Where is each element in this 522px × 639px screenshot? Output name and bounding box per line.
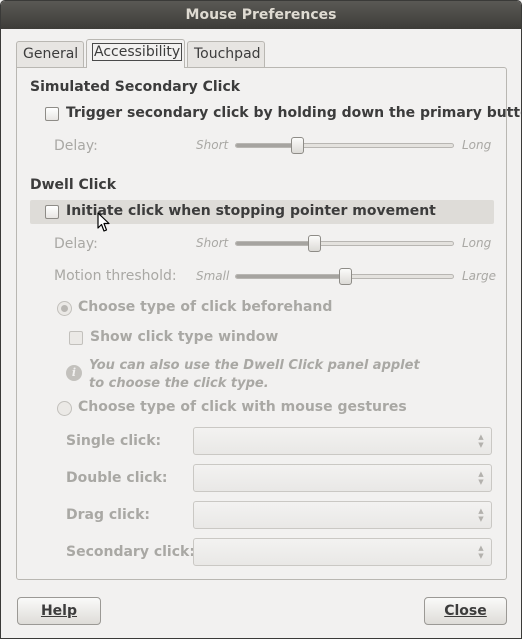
show-click-type-window-checkbox[interactable]	[69, 331, 83, 345]
combo-arrows-icon: ▲ ▼	[478, 433, 484, 449]
motion-threshold-max-label: Large	[462, 269, 496, 283]
choose-beforehand-label[interactable]: Choose type of click beforehand	[78, 299, 332, 315]
motion-threshold-slider	[235, 268, 454, 285]
secondary-click-checkbox-label[interactable]: Trigger secondary click by holding down …	[66, 105, 522, 121]
dwell-delay-max-label: Long	[462, 236, 492, 250]
secondary-delay-slider-thumb	[290, 137, 304, 154]
combo-arrows-icon: ▲ ▼	[478, 544, 484, 560]
secondary-delay-label: Delay:	[54, 138, 98, 154]
dwell-click-checkbox[interactable]	[45, 205, 59, 219]
dwell-applet-hint-line1: You can also use the Dwell Click panel a…	[89, 358, 420, 373]
window-title: Mouse Preferences	[1, 1, 521, 29]
choose-gestures-label[interactable]: Choose type of click with mouse gestures	[78, 399, 407, 415]
tab-accessibility[interactable]: Accessibility	[86, 39, 185, 68]
dwell-delay-slider	[235, 235, 454, 252]
tab-touchpad[interactable]: Touchpad	[187, 41, 265, 67]
dwell-delay-min-label: Short	[196, 236, 229, 250]
motion-threshold-slider-thumb	[338, 268, 352, 285]
dwell-delay-label: Delay:	[54, 236, 98, 252]
combo-arrows-icon: ▲ ▼	[478, 507, 484, 523]
choose-beforehand-radio[interactable]	[57, 301, 72, 316]
motion-threshold-min-label: Small	[196, 269, 230, 283]
drag-click-combo[interactable]: ▲ ▼	[193, 501, 492, 529]
secondary-delay-min-label: Short	[196, 138, 229, 152]
secondary-delay-slider	[235, 137, 454, 154]
single-click-label: Single click:	[66, 433, 162, 449]
motion-threshold-label: Motion threshold:	[54, 268, 177, 284]
close-button[interactable]: Close	[424, 597, 507, 625]
dwell-delay-slider-thumb	[308, 235, 322, 252]
secondary-click-heading: Simulated Secondary Click	[30, 79, 241, 95]
tab-general[interactable]: General	[16, 41, 84, 67]
dwell-applet-hint: You can also use the Dwell Click panel a…	[89, 357, 420, 393]
secondary-click-checkbox[interactable]	[45, 107, 59, 121]
mouse-preferences-window: Mouse Preferences General Accessibility …	[0, 0, 522, 639]
double-click-label: Double click:	[66, 470, 168, 486]
secondary-click-gesture-label: Secondary click:	[66, 544, 195, 560]
secondary-delay-max-label: Long	[462, 138, 492, 152]
drag-click-label: Drag click:	[66, 507, 150, 523]
single-click-combo[interactable]: ▲ ▼	[193, 427, 492, 455]
dwell-applet-hint-line2: to choose the click type.	[89, 376, 269, 391]
double-click-combo[interactable]: ▲ ▼	[193, 464, 492, 492]
dwell-click-heading: Dwell Click	[30, 177, 117, 193]
choose-gestures-radio[interactable]	[57, 401, 72, 416]
combo-arrows-icon: ▲ ▼	[478, 470, 484, 486]
secondary-click-combo[interactable]: ▲ ▼	[193, 538, 492, 566]
dwell-click-checkbox-label[interactable]: Initiate click when stopping pointer mov…	[66, 203, 436, 219]
mouse-pointer-icon	[97, 212, 110, 232]
help-button[interactable]: Help	[17, 597, 101, 625]
show-click-type-window-label[interactable]: Show click type window	[90, 329, 278, 345]
info-icon: i	[66, 365, 82, 381]
